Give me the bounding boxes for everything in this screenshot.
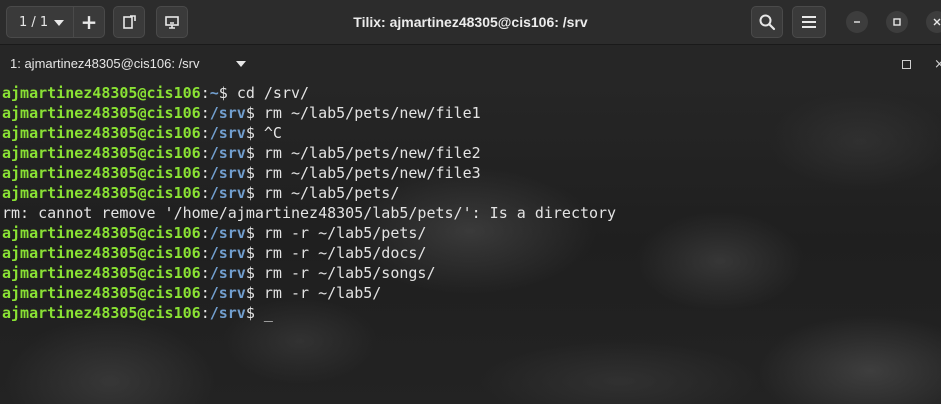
- command-text: rm ~/lab5/pets/new/file3: [263, 164, 481, 182]
- terminal-title-bar: 1: ajmartinez48305@cis106: /srv: [0, 45, 941, 81]
- chevron-down-icon[interactable]: [236, 61, 246, 67]
- maximize-icon: [893, 18, 901, 26]
- command-text: cd /srv/: [236, 84, 310, 102]
- command-text: rm ~/lab5/pets/new/file2: [263, 144, 481, 162]
- prompt-user-host: ajmartinez48305@cis106: [2, 244, 201, 262]
- terminal-prompt-line: ajmartinez48305@cis106:/srv$ rm -r ~/lab…: [2, 243, 616, 263]
- terminal-output[interactable]: ajmartinez48305@cis106:~$ cd /srv/ajmart…: [0, 81, 941, 404]
- command-text: rm -r ~/lab5/songs/: [263, 264, 436, 282]
- prompt-path: /srv: [209, 144, 246, 162]
- command-text: rm ~/lab5/pets/: [263, 184, 400, 202]
- prompt-separator: :: [200, 264, 210, 282]
- prompt-user-host: ajmartinez48305@cis106: [2, 264, 201, 282]
- close-window-button[interactable]: [926, 11, 941, 33]
- prompt-symbol: $: [245, 224, 264, 242]
- command-text: rm -r ~/lab5/pets/: [263, 224, 427, 242]
- detach-terminal-icon: [123, 15, 136, 29]
- chevron-down-icon: [54, 20, 64, 26]
- terminal-prompt-line: ajmartinez48305@cis106:/srv$ rm ~/lab5/p…: [2, 103, 616, 123]
- command-text: ^C: [263, 124, 282, 142]
- prompt-user-host: ajmartinez48305@cis106: [2, 184, 201, 202]
- session-switcher-button[interactable]: 1 / 1: [6, 6, 74, 38]
- terminal-prompt-line: ajmartinez48305@cis106:/srv$: [2, 303, 616, 323]
- prompt-symbol: $: [245, 144, 264, 162]
- prompt-path: /srv: [209, 304, 246, 322]
- prompt-user-host: ajmartinez48305@cis106: [2, 224, 201, 242]
- terminal-prompt-line: ajmartinez48305@cis106:/srv$ rm ~/lab5/p…: [2, 183, 616, 203]
- prompt-path: /srv: [209, 264, 246, 282]
- prompt-symbol: $: [218, 84, 237, 102]
- prompt-user-host: ajmartinez48305@cis106: [2, 304, 201, 322]
- prompt-path: /srv: [209, 164, 246, 182]
- hamburger-menu-icon: [802, 16, 816, 28]
- prompt-path: /srv: [209, 184, 246, 202]
- prompt-separator: :: [200, 224, 210, 242]
- maximize-terminal-icon[interactable]: [902, 60, 911, 69]
- prompt-user-host: ajmartinez48305@cis106: [2, 144, 201, 162]
- header-bar: 1 / 1 + Tilix: ajmartinez48305@cis106: /…: [0, 0, 941, 45]
- prompt-symbol: $: [245, 304, 264, 322]
- prompt-path: /srv: [209, 104, 246, 122]
- close-terminal-icon[interactable]: ×: [934, 57, 941, 72]
- broadcast-input-icon: [165, 16, 179, 29]
- search-icon: [759, 14, 776, 31]
- prompt-path: /srv: [209, 284, 246, 302]
- prompt-symbol: $: [245, 284, 264, 302]
- plus-icon: +: [80, 10, 98, 34]
- prompt-path: /srv: [209, 124, 246, 142]
- prompt-user-host: ajmartinez48305@cis106: [2, 104, 201, 122]
- close-icon: [933, 18, 941, 26]
- main-menu-button[interactable]: [792, 6, 826, 38]
- prompt-user-host: ajmartinez48305@cis106: [2, 84, 201, 102]
- maximize-button[interactable]: [886, 11, 908, 33]
- search-button[interactable]: [751, 6, 783, 38]
- terminal-prompt-line: ajmartinez48305@cis106:/srv$ rm -r ~/lab…: [2, 263, 616, 283]
- command-text: rm -r ~/lab5/docs/: [263, 244, 427, 262]
- prompt-user-host: ajmartinez48305@cis106: [2, 284, 201, 302]
- prompt-separator: :: [200, 184, 210, 202]
- prompt-path: /srv: [209, 224, 246, 242]
- prompt-symbol: $: [245, 264, 264, 282]
- add-session-button[interactable]: +: [73, 6, 105, 38]
- terminal-lines: ajmartinez48305@cis106:~$ cd /srv/ajmart…: [2, 83, 616, 323]
- prompt-user-host: ajmartinez48305@cis106: [2, 164, 201, 182]
- command-text: rm -r ~/lab5/: [263, 284, 382, 302]
- terminal-prompt-line: ajmartinez48305@cis106:/srv$ ^C: [2, 123, 616, 143]
- prompt-symbol: $: [245, 124, 264, 142]
- terminal-prompt-line: ajmartinez48305@cis106:~$ cd /srv/: [2, 83, 616, 103]
- prompt-separator: :: [200, 304, 210, 322]
- terminal-prompt-line: ajmartinez48305@cis106:/srv$ rm ~/lab5/p…: [2, 163, 616, 183]
- command-input-cursor: [264, 304, 273, 322]
- prompt-path: ~: [209, 84, 219, 102]
- prompt-symbol: $: [245, 244, 264, 262]
- terminal-prompt-line: ajmartinez48305@cis106:/srv$ rm -r ~/lab…: [2, 283, 616, 303]
- minimize-icon: [854, 21, 860, 23]
- command-text: rm ~/lab5/pets/new/file1: [263, 104, 481, 122]
- prompt-symbol: $: [245, 164, 264, 182]
- terminal-prompt-line: ajmartinez48305@cis106:/srv$ rm -r ~/lab…: [2, 223, 616, 243]
- prompt-symbol: $: [245, 104, 264, 122]
- broadcast-input-button[interactable]: [156, 6, 188, 38]
- prompt-separator: :: [200, 164, 210, 182]
- prompt-user-host: ajmartinez48305@cis106: [2, 124, 201, 142]
- prompt-separator: :: [200, 244, 210, 262]
- terminal-prompt-line: ajmartinez48305@cis106:/srv$ rm ~/lab5/p…: [2, 143, 616, 163]
- detach-terminal-button[interactable]: [113, 6, 145, 38]
- prompt-separator: :: [200, 284, 210, 302]
- prompt-path: /srv: [209, 244, 246, 262]
- terminal-output-line: rm: cannot remove '/home/ajmartinez48305…: [2, 203, 616, 223]
- prompt-symbol: $: [245, 184, 264, 202]
- prompt-separator: :: [200, 144, 210, 162]
- terminal-title-button[interactable]: 1: ajmartinez48305@cis106: /srv: [10, 56, 200, 71]
- prompt-separator: :: [200, 84, 210, 102]
- error-message: rm: cannot remove '/home/ajmartinez48305…: [2, 204, 617, 222]
- session-counter: 1 / 1: [19, 14, 49, 30]
- prompt-separator: :: [200, 104, 210, 122]
- minimize-button[interactable]: [846, 11, 868, 33]
- prompt-separator: :: [200, 124, 210, 142]
